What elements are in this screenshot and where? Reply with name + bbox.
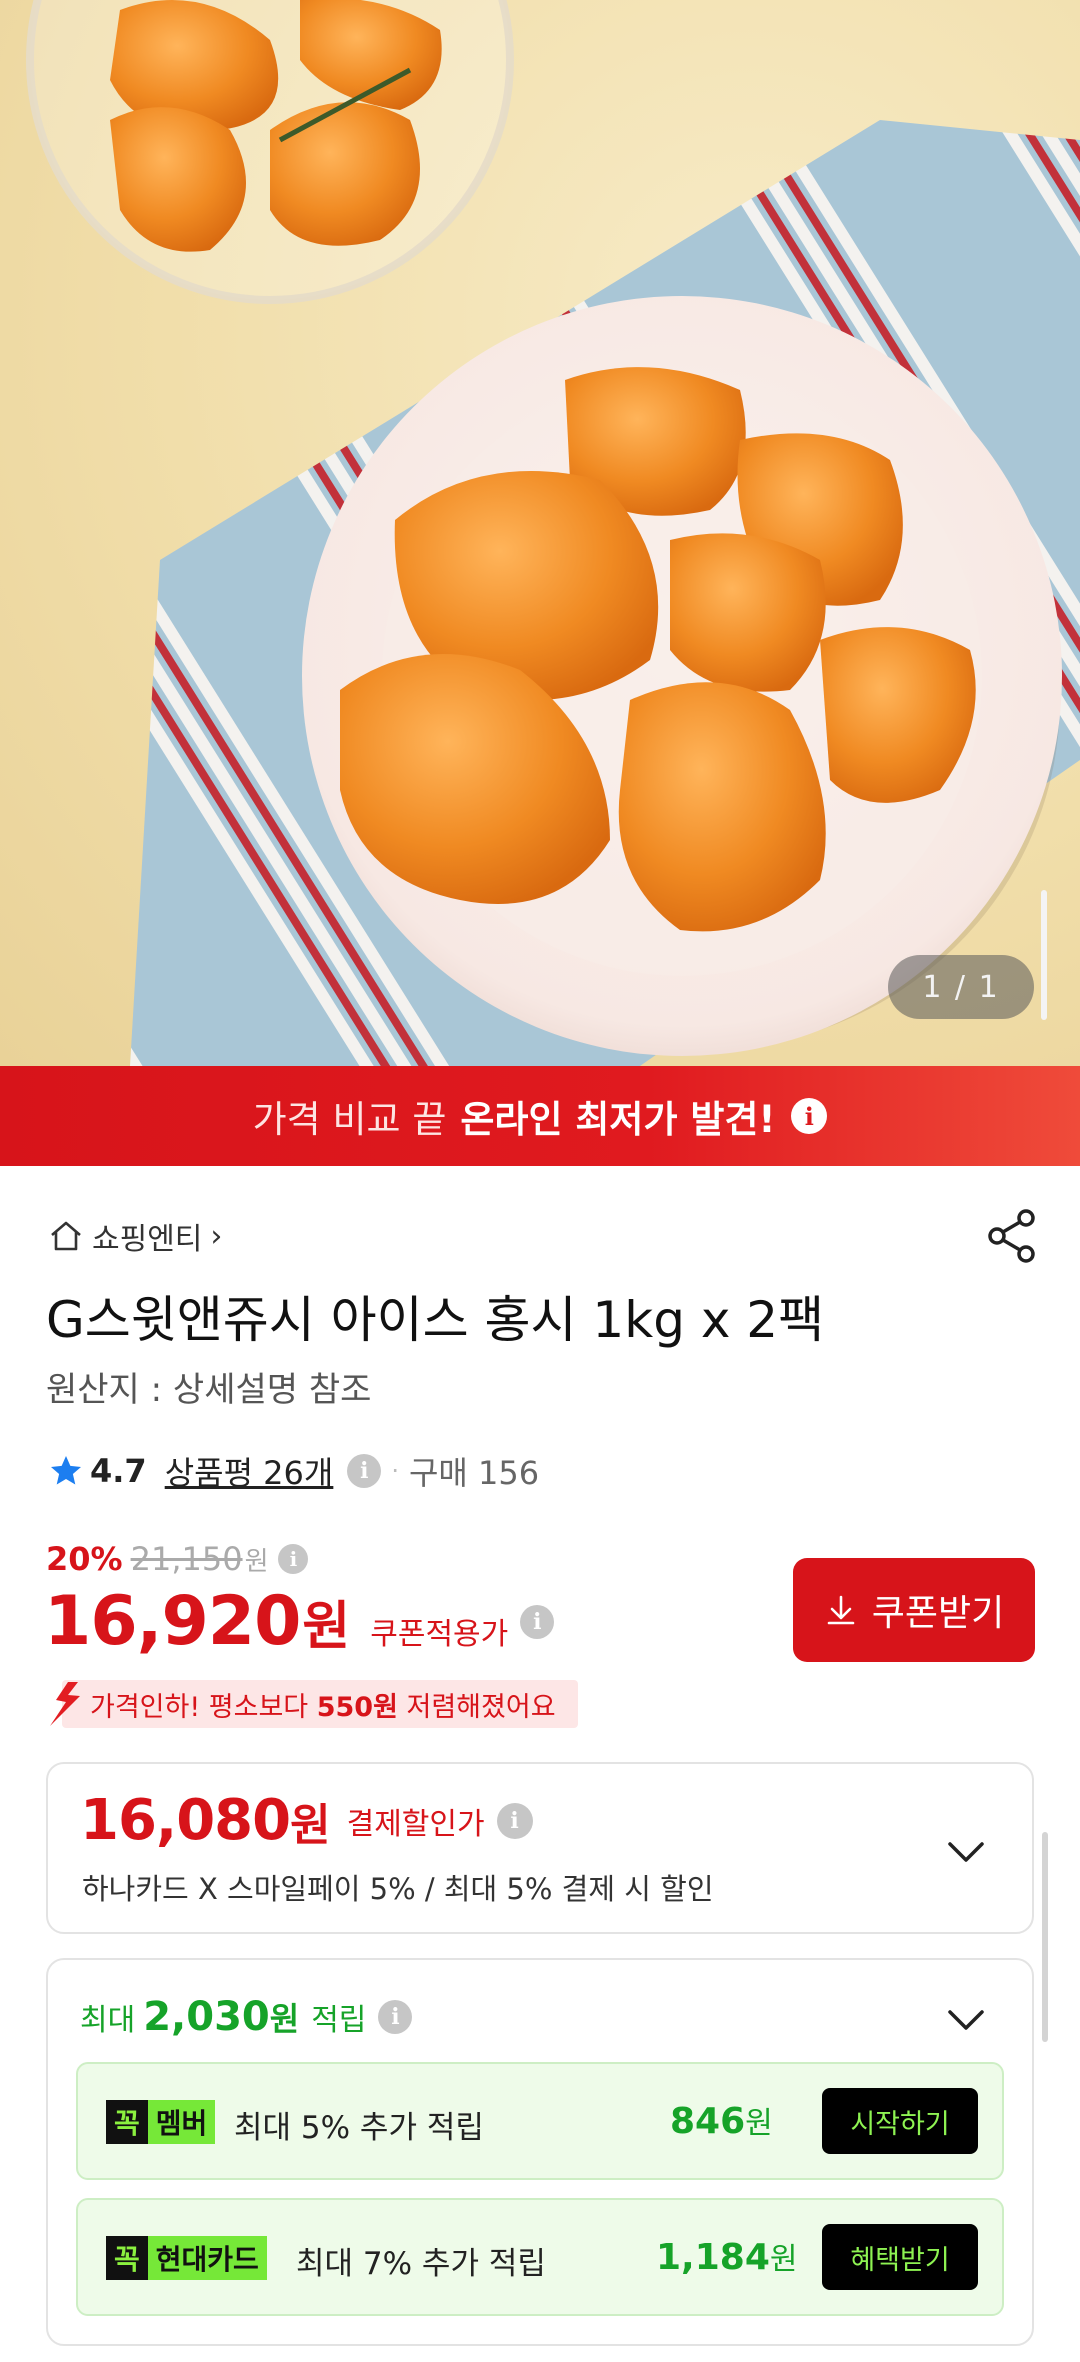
benefit-unit: 원 (769, 2242, 798, 2277)
price-down-arrow-icon (50, 1682, 80, 1726)
info-icon[interactable]: i (347, 1454, 382, 1488)
star-icon (51, 1456, 81, 1485)
page-scrollbar[interactable] (1042, 1832, 1048, 2042)
info-icon[interactable]: i (520, 1604, 555, 1639)
benefit-description: 최대 5% 추가 적립 (234, 2110, 484, 2146)
points-card[interactable]: 최대 2,030 원 적립 i 꼭 멤버 최대 5% 추가 적립 846원 시작… (46, 1958, 1034, 2346)
price-row: 16,920 원 쿠폰적용가 i (44, 1582, 555, 1661)
price-drop-suffix: 저렴해졌어요 (397, 1691, 556, 1723)
benefit-unit: 원 (745, 2106, 773, 2141)
share-icon[interactable] (986, 1208, 1038, 1264)
benefit-description: 최대 7% 추가 적립 (296, 2246, 546, 2282)
coupon-button-label: 쿠폰받기 (871, 1592, 1005, 1633)
origin-info: 원산지 : 상세설명 참조 (46, 1370, 372, 1410)
lowest-price-banner[interactable]: 가격 비교 끝 온라인 최저가 발견! i (0, 1066, 1080, 1166)
hyundai-card-benefit-row[interactable]: 꼭 현대카드 최대 7% 추가 적립 1,184원 혜택받기 (76, 2198, 1004, 2316)
benefit-amount: 1,184 (656, 2237, 770, 2278)
payment-discount-price: 16,080 (80, 1788, 291, 1853)
original-price-unit: 원 (244, 1546, 269, 1577)
info-icon[interactable]: i (278, 1544, 309, 1574)
sale-price-unit: 원 (302, 1597, 351, 1657)
start-button[interactable]: 시작하기 (822, 2088, 978, 2154)
home-icon (51, 1221, 81, 1251)
sale-price: 16,920 (44, 1582, 301, 1661)
separator-dot: · (391, 1457, 399, 1485)
member-badge: 꼭 멤버 (106, 2100, 216, 2144)
points-unit: 원 (269, 2000, 300, 2038)
info-icon[interactable]: i (378, 2000, 413, 2034)
rating-row: 4.7 상품평 26개 i · 구매 156 (48, 1448, 539, 1494)
banner-highlight: 온라인 최저가 발견! (460, 1098, 776, 1141)
download-icon (827, 1595, 855, 1625)
price-drop-amount: 550원 (316, 1691, 398, 1723)
payment-discount-unit: 원 (290, 1799, 331, 1851)
image-counter: 1 / 1 (888, 955, 1034, 1019)
original-price: 21,150 (130, 1540, 243, 1578)
purchase-count: 구매 156 (408, 1454, 540, 1492)
get-benefit-button[interactable]: 혜택받기 (822, 2224, 978, 2290)
chevron-down-icon[interactable] (946, 2008, 986, 2032)
payment-discount-label: 결제할인가 (346, 1806, 485, 1842)
info-icon[interactable]: i (496, 1802, 533, 1839)
discount-row: 20% 21,150 원 i (46, 1540, 309, 1578)
product-image[interactable]: 1 / 1 (0, 0, 1080, 1066)
breadcrumb[interactable]: 쇼핑엔티 › (48, 1214, 222, 1258)
hyundai-card-badge: 꼭 현대카드 (106, 2236, 267, 2280)
points-amount: 2,030 (143, 1994, 270, 2040)
benefit-amount: 846 (670, 2101, 746, 2142)
points-prefix: 최대 (80, 2003, 136, 2038)
payment-discount-detail: 하나카드 X 스마일페이 5% / 최대 5% 결제 시 할인 (82, 1872, 714, 1906)
reviews-link[interactable]: 상품평 26개 (165, 1448, 334, 1494)
member-benefit-row[interactable]: 꼭 멤버 최대 5% 추가 적립 846원 시작하기 (76, 2062, 1004, 2180)
breadcrumb-label: 쇼핑엔티 (92, 1222, 203, 1257)
points-label: 적립 (311, 2003, 367, 2038)
banner-text: 가격 비교 끝 (252, 1098, 447, 1141)
persimmon-photo (26, 0, 1080, 1066)
price-drop-notice: 가격인하! 평소보다 550원 저렴해졌어요 (46, 1680, 578, 1728)
image-scrollbar (1041, 890, 1047, 1020)
discount-rate: 20% (46, 1540, 123, 1578)
product-title: G스윗앤쥬시 아이스 홍시 1kg x 2팩 (46, 1291, 825, 1349)
price-drop-prefix: 가격인하! 평소보다 (90, 1691, 317, 1723)
payment-discount-card[interactable]: 16,080 원 결제할인가 i 하나카드 X 스마일페이 5% / 최대 5%… (46, 1762, 1034, 1934)
coupon-price-label: 쿠폰적용가 (370, 1617, 509, 1652)
chevron-right-icon: › (210, 1218, 223, 1254)
chevron-down-icon[interactable] (946, 1840, 986, 1864)
info-icon[interactable]: i (791, 1098, 828, 1134)
get-coupon-button[interactable]: 쿠폰받기 (793, 1558, 1035, 1662)
rating-score: 4.7 (90, 1452, 147, 1490)
